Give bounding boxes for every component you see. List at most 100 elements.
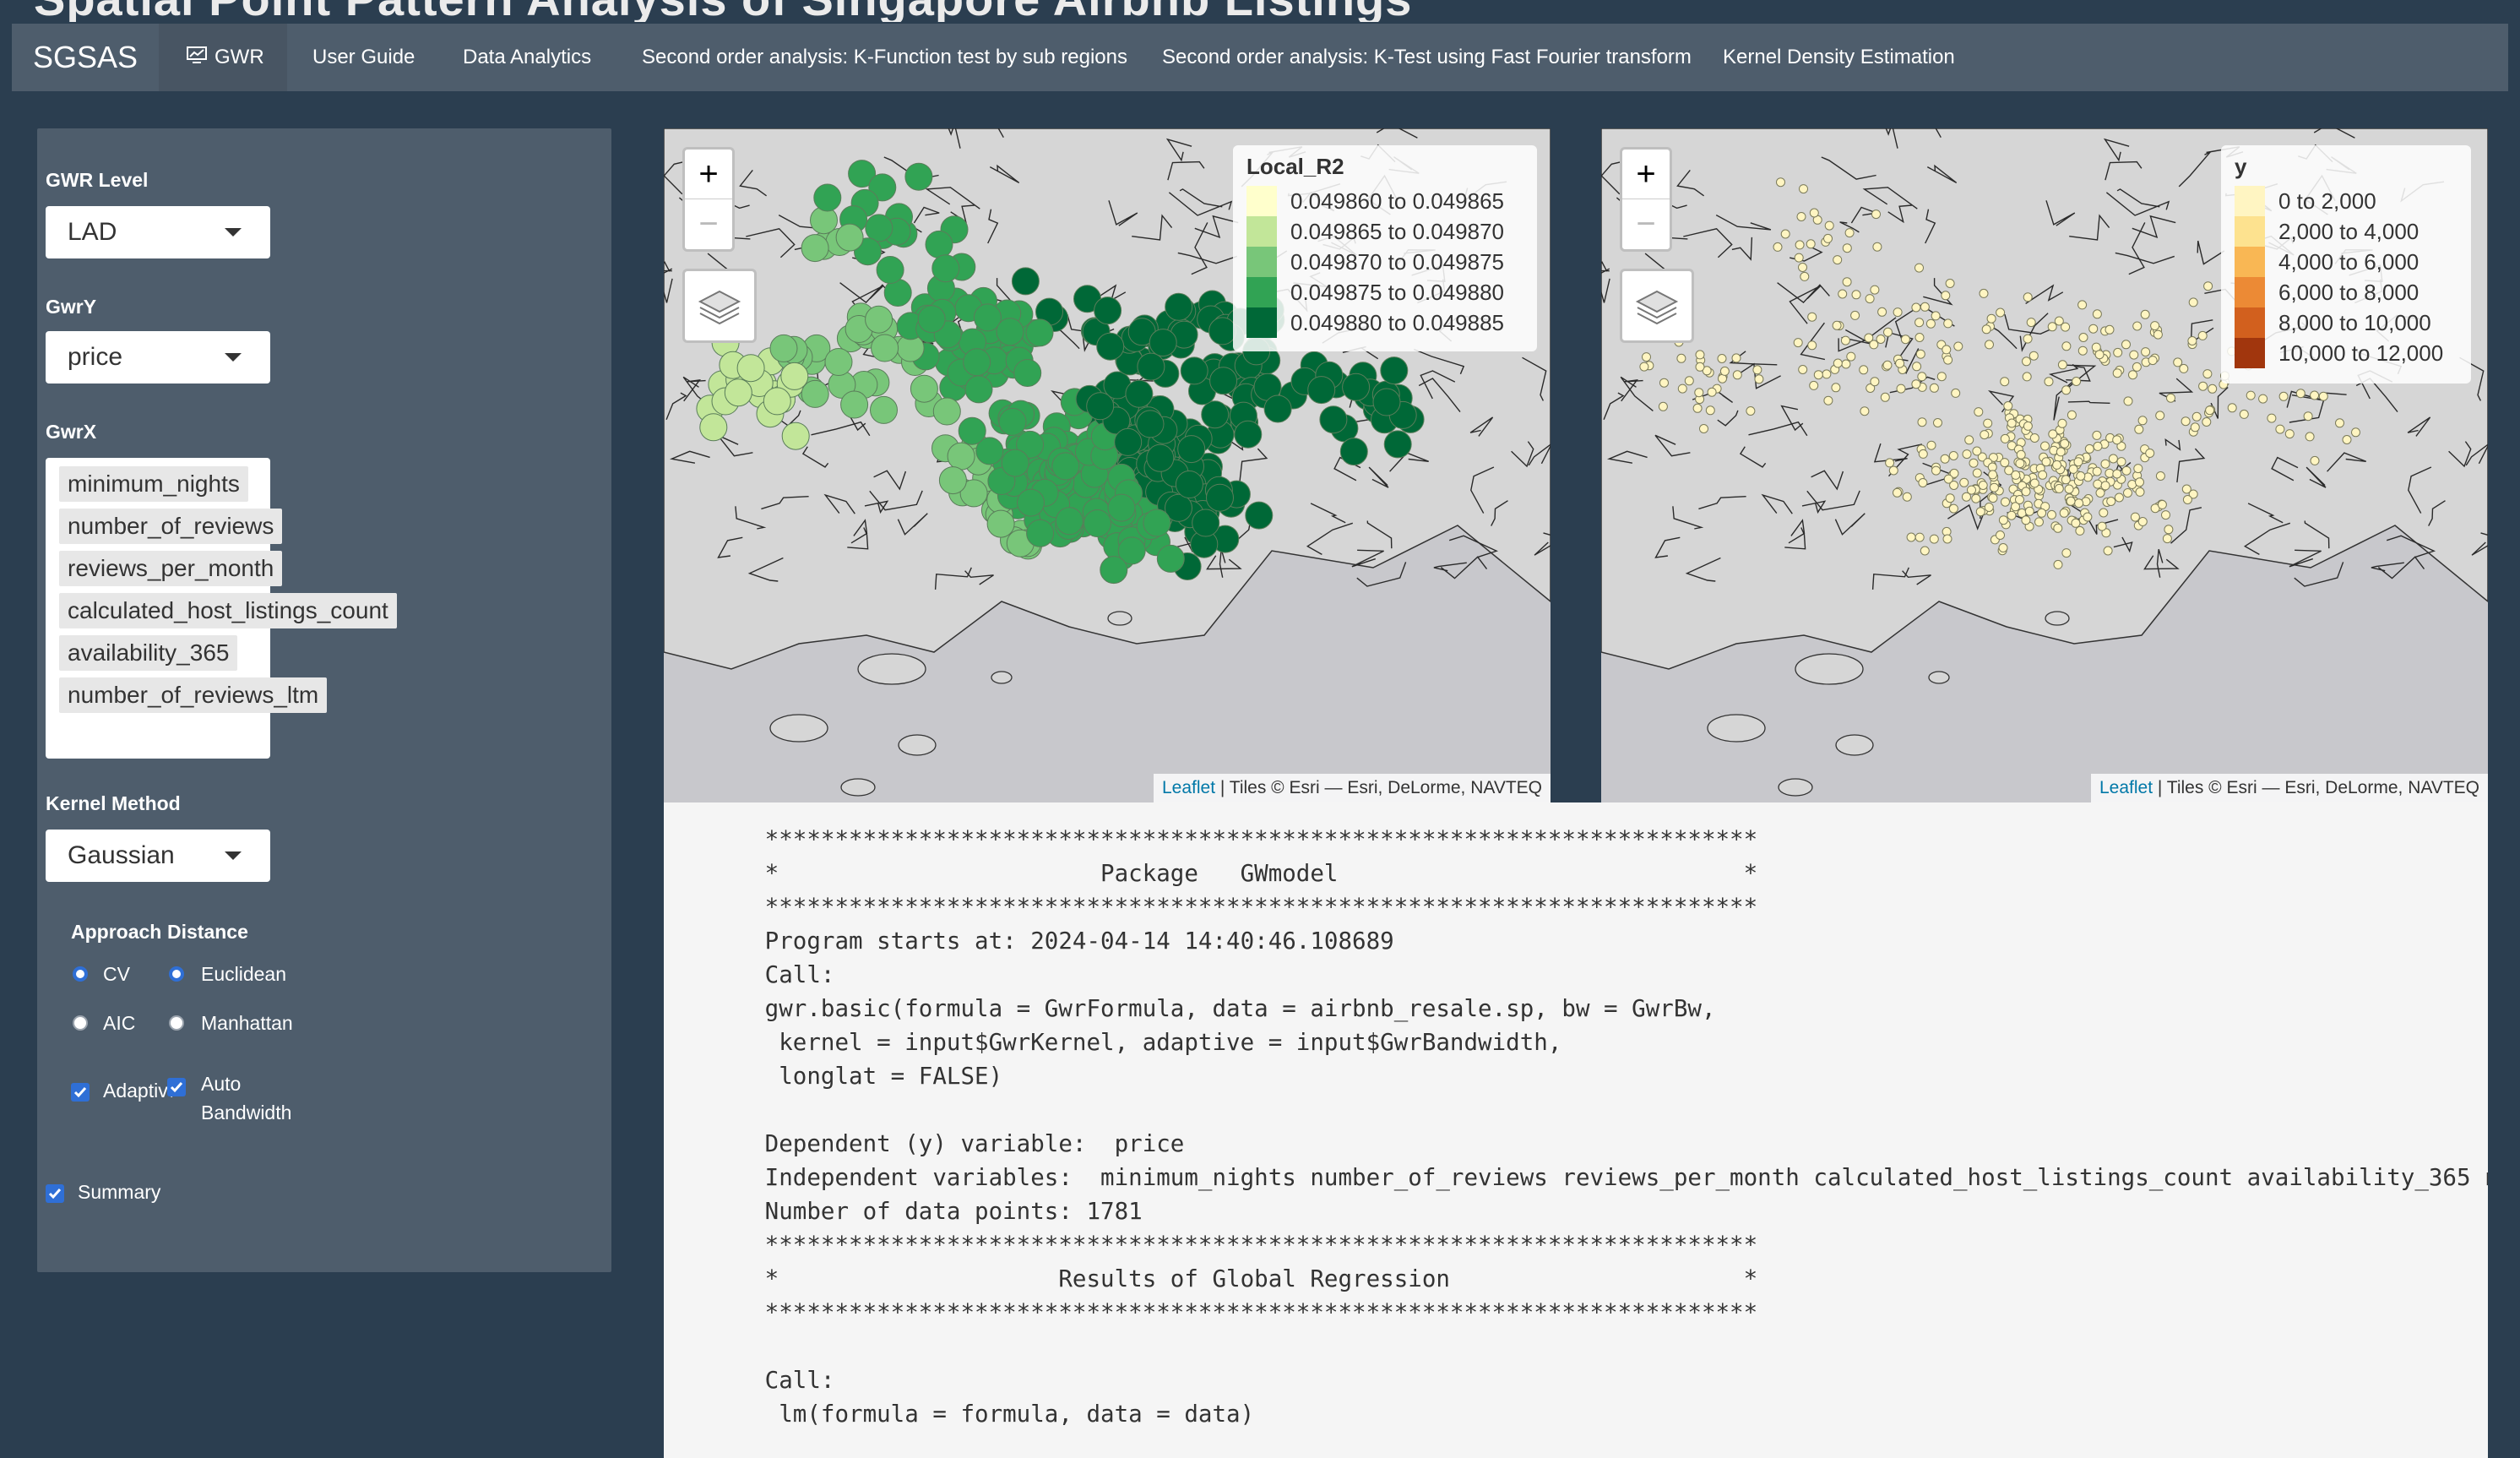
listing-marker[interactable]	[2106, 497, 2116, 506]
listing-marker[interactable]	[2061, 548, 2072, 558]
layers-button[interactable]	[682, 269, 757, 343]
listing-marker[interactable]	[2130, 512, 2140, 522]
gwr-x-chip[interactable]: number_of_reviews_ltm	[59, 677, 328, 713]
listing-marker[interactable]	[2007, 510, 2017, 520]
tab-kde[interactable]: Kernel Density Estimation	[1723, 24, 1955, 91]
tab-gwr[interactable]: GWR	[159, 24, 287, 91]
layers-button[interactable]	[1620, 269, 1694, 343]
listing-marker[interactable]	[2113, 347, 2123, 357]
listing-marker[interactable]	[1974, 407, 1984, 417]
listing-marker[interactable]	[2001, 497, 2010, 507]
listing-marker[interactable]	[1794, 253, 1804, 263]
listing-marker[interactable]	[2077, 345, 2088, 356]
listing-marker[interactable]	[1372, 388, 1401, 416]
listing-marker[interactable]	[2072, 377, 2082, 386]
listing-marker[interactable]	[1953, 341, 1963, 351]
listing-marker[interactable]	[2057, 360, 2067, 370]
listing-marker[interactable]	[870, 395, 898, 424]
listing-marker[interactable]	[2141, 347, 2151, 357]
gwr-x-chip[interactable]: reviews_per_month	[59, 551, 283, 586]
listing-marker[interactable]	[1872, 242, 1882, 252]
listing-marker[interactable]	[1926, 440, 1936, 450]
gwr-x-chip[interactable]: calculated_host_listings_count	[59, 593, 397, 628]
listing-marker[interactable]	[2284, 429, 2295, 439]
approach-cv-radio[interactable]	[73, 966, 88, 982]
listing-marker[interactable]	[1692, 403, 1703, 413]
listing-marker[interactable]	[2059, 508, 2069, 518]
listing-marker[interactable]	[1917, 372, 1927, 382]
listing-marker[interactable]	[2052, 460, 2062, 470]
listing-marker[interactable]	[2054, 483, 2064, 493]
listing-marker[interactable]	[2053, 523, 2063, 533]
adaptive-checkbox[interactable]	[71, 1083, 90, 1102]
listing-marker[interactable]	[2068, 464, 2078, 474]
listing-marker[interactable]	[2056, 447, 2066, 457]
listing-marker[interactable]	[2123, 488, 2132, 498]
listing-marker[interactable]	[769, 334, 798, 362]
listing-marker[interactable]	[2060, 438, 2070, 449]
listing-marker[interactable]	[2099, 508, 2109, 518]
listing-marker[interactable]	[2137, 416, 2148, 426]
listing-marker[interactable]	[1822, 369, 1832, 379]
listing-marker[interactable]	[2116, 457, 2126, 467]
listing-marker[interactable]	[1798, 263, 1807, 272]
distance-euclidean-radio[interactable]	[169, 966, 184, 982]
listing-marker[interactable]	[2053, 559, 2063, 569]
listing-marker[interactable]	[2198, 381, 2208, 391]
listing-marker[interactable]	[1940, 454, 1950, 464]
listing-marker[interactable]	[801, 234, 829, 263]
listing-marker[interactable]	[2335, 418, 2344, 428]
listing-marker[interactable]	[2121, 465, 2132, 476]
listing-marker[interactable]	[2188, 297, 2198, 307]
listing-marker[interactable]	[2028, 351, 2039, 361]
listing-marker[interactable]	[835, 223, 864, 252]
listing-marker[interactable]	[2029, 478, 2039, 488]
listing-marker[interactable]	[1851, 290, 1861, 300]
listing-marker[interactable]	[2205, 405, 2215, 416]
listing-marker[interactable]	[2000, 433, 2010, 443]
listing-marker[interactable]	[2066, 496, 2076, 506]
listing-marker[interactable]	[1996, 307, 2006, 318]
listing-marker[interactable]	[1975, 507, 1985, 517]
listing-marker[interactable]	[1929, 534, 1939, 544]
listing-marker[interactable]	[736, 354, 765, 383]
listing-marker[interactable]	[2084, 443, 2094, 454]
listing-marker[interactable]	[2093, 441, 2103, 451]
listing-marker[interactable]	[1659, 378, 1669, 388]
listing-marker[interactable]	[2132, 321, 2143, 331]
listing-marker[interactable]	[1307, 376, 1336, 405]
listing-marker[interactable]	[2203, 281, 2213, 291]
listing-marker[interactable]	[1838, 289, 1848, 299]
listing-marker[interactable]	[1833, 358, 1843, 368]
listing-marker[interactable]	[1833, 255, 1843, 265]
listing-marker[interactable]	[1699, 424, 1708, 433]
listing-marker[interactable]	[1914, 333, 1925, 342]
listing-marker[interactable]	[2015, 459, 2025, 469]
listing-marker[interactable]	[1823, 395, 1833, 405]
listing-marker[interactable]	[2083, 512, 2093, 522]
listing-marker[interactable]	[2007, 418, 2017, 428]
listing-marker[interactable]	[2021, 515, 2031, 525]
listing-marker[interactable]	[1798, 365, 1808, 374]
listing-marker[interactable]	[1865, 294, 1875, 304]
listing-marker[interactable]	[1962, 492, 1971, 502]
listing-marker[interactable]	[1896, 384, 1906, 394]
listing-marker[interactable]	[2037, 508, 2047, 518]
listing-marker[interactable]	[1813, 370, 1823, 380]
listing-marker[interactable]	[1180, 356, 1208, 385]
listing-marker[interactable]	[2187, 336, 2197, 345]
listing-marker[interactable]	[1707, 387, 1717, 397]
listing-marker[interactable]	[1806, 239, 1816, 249]
listing-marker[interactable]	[2073, 457, 2083, 467]
listing-marker[interactable]	[1915, 349, 1925, 359]
listing-marker[interactable]	[1942, 345, 1952, 355]
listing-marker[interactable]	[1844, 228, 1855, 238]
listing-marker[interactable]	[2022, 372, 2032, 382]
listing-marker[interactable]	[1964, 435, 1974, 445]
listing-marker[interactable]	[964, 375, 993, 404]
listing-marker[interactable]	[2310, 390, 2320, 400]
summary-checkbox[interactable]	[46, 1184, 64, 1203]
listing-marker[interactable]	[2275, 424, 2285, 434]
listing-marker[interactable]	[2076, 471, 2086, 481]
listing-marker[interactable]	[2132, 362, 2142, 372]
